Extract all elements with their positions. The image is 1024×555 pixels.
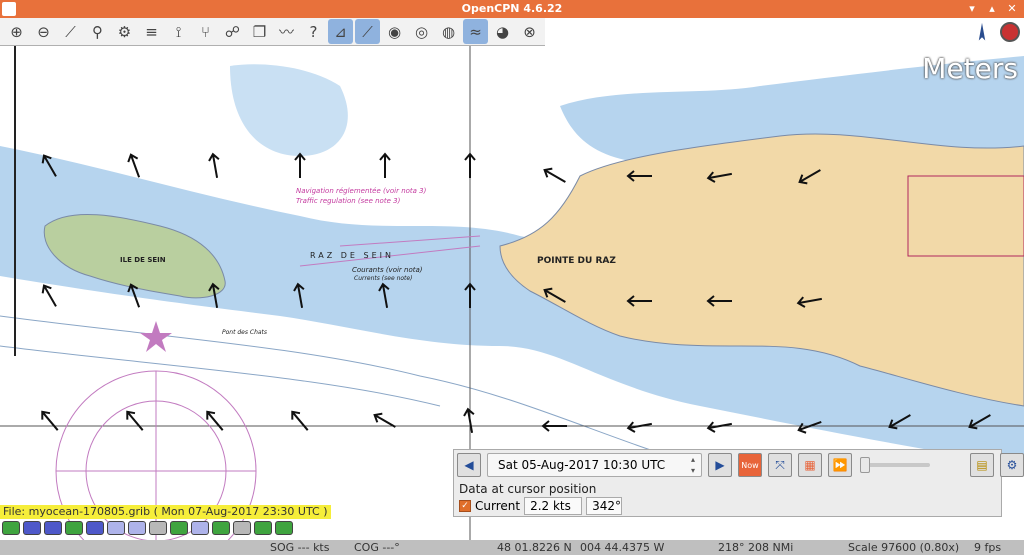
status-bar: SOG --- kts COG ---° 48 01.8226 N 004 44… [0,540,1024,555]
grib-settings-icon[interactable]: ⚙ [1000,453,1024,477]
window-controls: ▾ ▴ ✕ [964,1,1020,17]
layer-toggle-button[interactable] [23,521,41,535]
data-title: Data at cursor position [459,482,597,496]
scale-icon[interactable]: ⟋ [58,19,83,44]
label-navigation: Navigation réglementée (voir nota 3) [296,187,427,195]
layer-toggle-button[interactable] [65,521,83,535]
previous-button[interactable]: ◀ [457,453,481,477]
interval-icon[interactable]: ▦ [798,453,822,477]
bearing-distance-value: 218° 208 NMi [718,541,794,554]
close-icon[interactable]: ✕ [1004,1,1020,17]
layer-toggle-button[interactable] [107,521,125,535]
now-button[interactable]: Now [738,453,762,477]
scale-value: Scale 97600 (0.80x) [848,541,960,554]
mob-icon[interactable]: ☍ [220,19,245,44]
chevron-down-icon: ▴ ▾ [690,455,695,475]
weather-icon[interactable]: ≈ [463,19,488,44]
layer-swatches [2,521,293,535]
grib-control-panel: ◀ Sat 05-Aug-2017 10:30 UTC ▴ ▾ ▶ Now ⤧ ▦… [453,449,1024,517]
current-direction-value: 342° [586,497,623,515]
measure-icon[interactable]: ⟋ [355,19,380,44]
next-button[interactable]: ▶ [708,453,732,477]
open-file-icon[interactable]: ▤ [970,453,994,477]
minimize-icon[interactable]: ▾ [964,1,980,17]
layer-toggle-button[interactable] [149,521,167,535]
label-ile-de-sein: ILE DE SEIN [120,256,166,264]
time-slider[interactable] [860,457,930,473]
cog-value: COG ---° [354,541,400,554]
north-up-icon[interactable] [1000,22,1020,42]
label-traffic: Traffic regulation (see note 3) [296,197,401,205]
zoom-in-icon[interactable]: ⊕ [4,19,29,44]
current-checkbox[interactable]: ✓ [459,500,471,512]
app-icon [2,2,16,16]
latitude-value: 48 01.8226 N [497,541,572,554]
slider-handle[interactable] [860,457,870,473]
label-currents: Currents (see note) [354,275,413,282]
globe-icon[interactable]: ◕ [490,19,515,44]
grib-date-selector[interactable]: Sat 05-Aug-2017 10:30 UTC ▴ ▾ [487,453,702,477]
route-icon[interactable]: ⟟ [166,19,191,44]
settings-icon[interactable]: ⚙ [112,19,137,44]
record-icon[interactable]: ◉ [382,19,407,44]
window-title: OpenCPN 4.6.22 [461,2,563,15]
depth-units-label: Meters [922,52,1018,85]
layer-toggle-button[interactable] [191,521,209,535]
play-button[interactable]: ⏩ [828,453,852,477]
label-pont-des-chats: Pont des Chats [222,329,268,336]
zoom-out-icon[interactable]: ⊖ [31,19,56,44]
current-label: Current [475,499,521,513]
main-toolbar: ⊕ ⊖ ⟋ ⚲ ⚙ ≡ ⟟ ⑂ ☍ ❐ 〰? ⊿ ⟋ ◉ ◎ ◍ ≈ ◕ ⊗ [0,18,545,46]
fps-value: 9 fps [974,541,1002,554]
label-pointe-du-raz: POINTE DU RAZ [537,256,616,266]
current-speed-value: 2.2 kts [524,497,583,515]
grib-date-value: Sat 05-Aug-2017 10:30 UTC [498,458,666,472]
grib-file-label: File: myocean-170805.grib ( Mon 07-Aug-2… [0,505,331,519]
compass-icon[interactable] [972,19,992,44]
title-bar: OpenCPN 4.6.22 ▾ ▴ ✕ [0,0,1024,18]
layer-toggle-button[interactable] [86,521,104,535]
layer-toggle-button[interactable] [44,521,62,535]
zoom-to-grib-icon[interactable]: ⤧ [768,453,792,477]
layer-toggle-button[interactable] [254,521,272,535]
help-icon[interactable]: ? [301,19,326,44]
layer-toggle-button[interactable] [128,521,146,535]
track-icon[interactable]: ⑂ [193,19,218,44]
waypoint-icon[interactable]: ⚲ [85,19,110,44]
grib-icon[interactable]: ⊿ [328,19,353,44]
radar-icon[interactable]: ◍ [436,19,461,44]
layer-toggle-button[interactable] [170,521,188,535]
tide-icon[interactable]: 〰 [274,19,299,44]
layer-toggle-button[interactable] [275,521,293,535]
label-courants: Courants (voir nota) [352,266,423,274]
sog-value: SOG --- kts [270,541,330,554]
current-data-row: ✓ Current 2.2 kts 342° [459,497,623,515]
layer-toggle-button[interactable] [233,521,251,535]
lifebuoy-icon[interactable]: ⊗ [517,19,542,44]
copy-icon[interactable]: ❐ [247,19,272,44]
layer-toggle-button[interactable] [212,521,230,535]
maximize-icon[interactable]: ▴ [984,1,1000,17]
playback-icon[interactable]: ◎ [409,19,434,44]
text-icon[interactable]: ≡ [139,19,164,44]
longitude-value: 004 44.4375 W [580,541,665,554]
layer-toggle-button[interactable] [2,521,20,535]
label-raz-de-sein: RAZ DE SEIN [310,251,394,260]
